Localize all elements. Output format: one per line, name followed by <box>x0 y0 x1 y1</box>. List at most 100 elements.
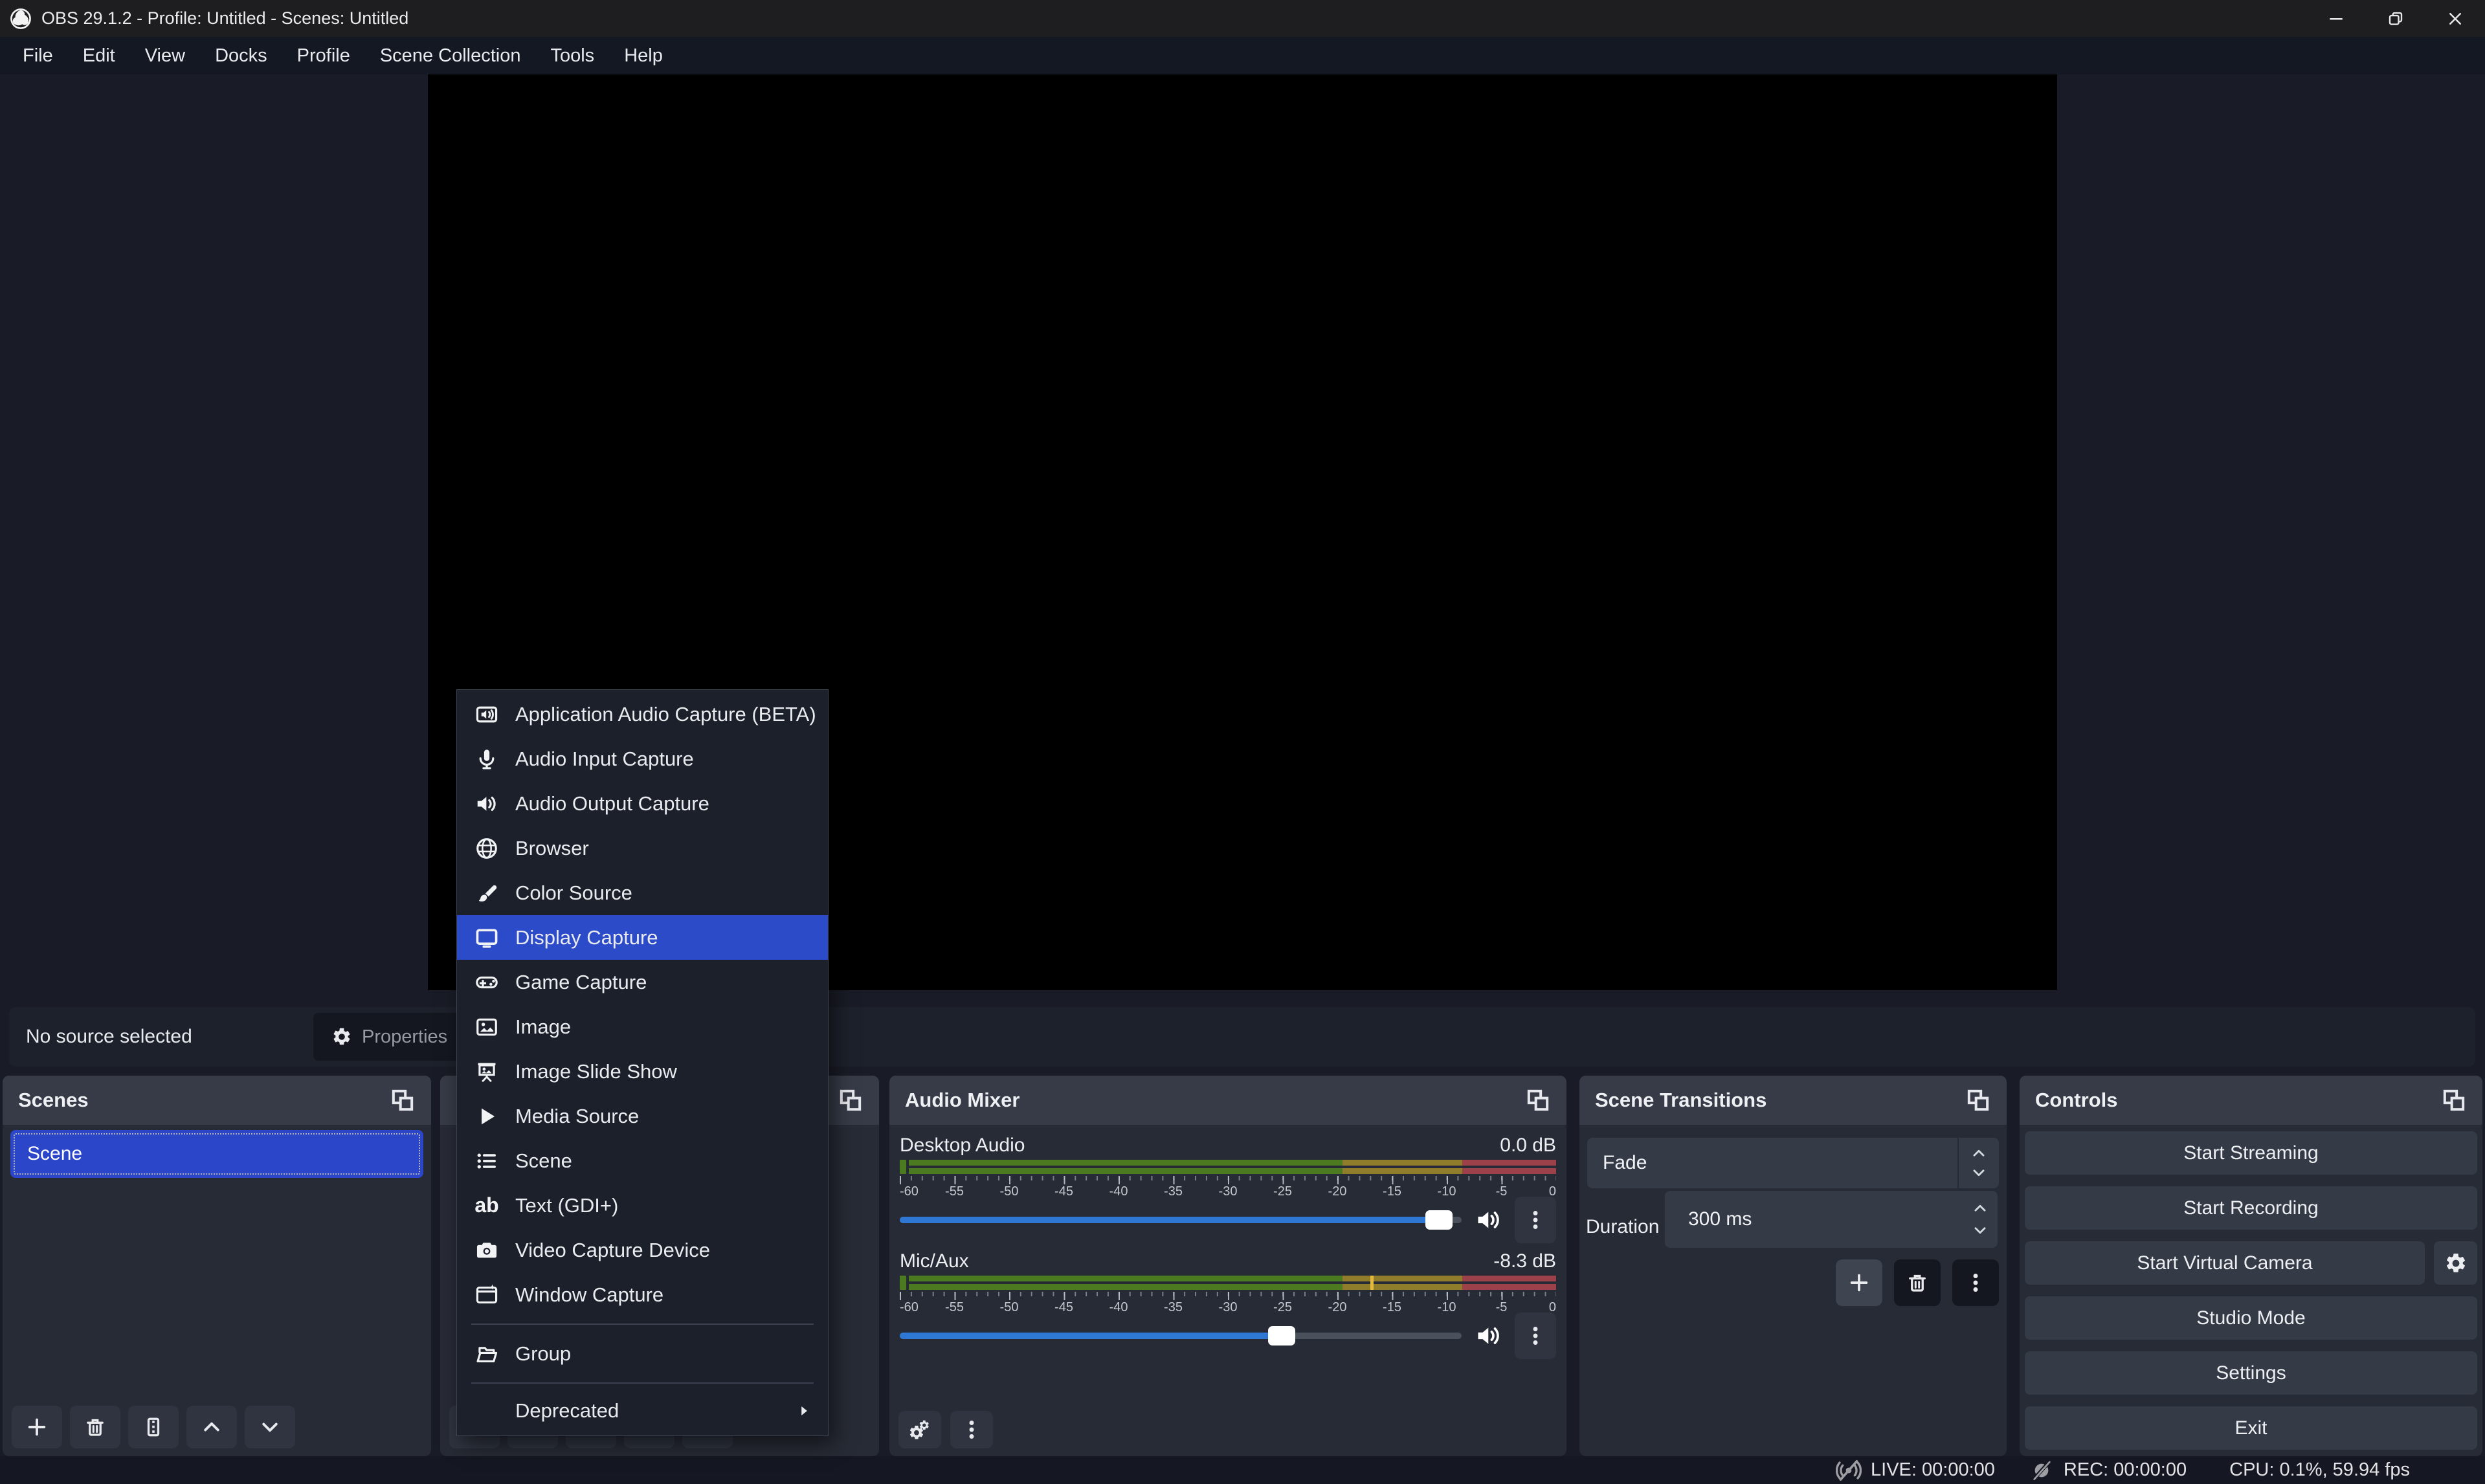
studio-mode-button[interactable]: Studio Mode <box>2025 1296 2477 1340</box>
volume-slider-handle[interactable] <box>1425 1210 1453 1230</box>
channel-name: Mic/Aux <box>900 1250 969 1272</box>
context-item-label: Scene <box>515 1149 572 1173</box>
db-tick-label: -30 <box>1219 1300 1238 1315</box>
controls-header: Controls <box>2020 1076 2482 1125</box>
context-item-label: Text (GDI+) <box>515 1194 618 1217</box>
filter-icon <box>142 1415 165 1439</box>
browser-icon <box>473 836 501 861</box>
close-button[interactable] <box>2425 0 2485 37</box>
speaker-icon[interactable] <box>1475 1206 1503 1234</box>
context-item-media-source[interactable]: Media Source <box>457 1094 828 1138</box>
context-item-label: Image <box>515 1015 571 1039</box>
db-tick-label: -40 <box>1109 1300 1128 1315</box>
plus-button[interactable] <box>1836 1259 1882 1306</box>
context-item-scene[interactable]: Scene <box>457 1138 828 1183</box>
context-item-image[interactable]: Image <box>457 1004 828 1049</box>
context-item-display-capture[interactable]: Display Capture <box>457 915 828 960</box>
menu-edit[interactable]: Edit <box>68 37 130 74</box>
scenes-panel-header: Scenes <box>3 1076 431 1125</box>
menu-profile[interactable]: Profile <box>282 37 365 74</box>
db-tick-label: -45 <box>1054 1184 1073 1199</box>
context-item-window-capture[interactable]: Window Capture <box>457 1272 828 1317</box>
context-item-video-capture-device[interactable]: Video Capture Device <box>457 1228 828 1272</box>
window-buttons <box>2306 0 2485 37</box>
chevron-down-button[interactable] <box>245 1406 295 1448</box>
volume-slider-handle[interactable] <box>1268 1326 1295 1346</box>
volume-slider[interactable] <box>900 1333 1462 1339</box>
menu-help[interactable]: Help <box>609 37 678 74</box>
transition-select-arrows[interactable] <box>1957 1138 1999 1188</box>
channel-options-button[interactable] <box>1515 1197 1556 1243</box>
popout-icon[interactable] <box>838 1087 864 1113</box>
scene-transitions-title: Scene Transitions <box>1595 1089 1766 1112</box>
obs-main-window: OBS 29.1.2 - Profile: Untitled - Scenes:… <box>0 0 2485 1484</box>
restore-button[interactable] <box>2366 0 2425 37</box>
audio-output-icon <box>473 792 501 816</box>
live-time: LIVE: 00:00:00 <box>1871 1459 1995 1481</box>
trash-icon <box>1906 1271 1929 1294</box>
context-item-label: Application Audio Capture (BETA) <box>515 703 816 726</box>
minimize-icon <box>2326 9 2346 28</box>
context-item-text-gdi[interactable]: abText (GDI+) <box>457 1183 828 1228</box>
popout-icon[interactable] <box>2441 1087 2467 1113</box>
context-item-group[interactable]: Group <box>457 1331 828 1376</box>
context-item-color-source[interactable]: Color Source <box>457 870 828 915</box>
scenes-toolbar <box>12 1406 295 1448</box>
chevron-up-button[interactable] <box>186 1406 237 1448</box>
menu-view[interactable]: View <box>130 37 200 74</box>
cpu-fps-stats: CPU: 0.1%, 59.94 fps <box>2229 1459 2410 1481</box>
context-item-audio-input-capture[interactable]: Audio Input Capture <box>457 736 828 781</box>
filter-button[interactable] <box>128 1406 179 1448</box>
properties-button[interactable]: Properties <box>313 1013 465 1061</box>
trash-button[interactable] <box>1894 1259 1941 1306</box>
scene-list-item[interactable]: Scene <box>10 1130 423 1178</box>
dots-button[interactable] <box>1952 1259 1999 1306</box>
volume-slider[interactable] <box>900 1217 1462 1223</box>
menu-docks[interactable]: Docks <box>200 37 282 74</box>
trash-button[interactable] <box>70 1406 120 1448</box>
gears-button[interactable] <box>898 1411 941 1448</box>
duration-spin-arrows[interactable] <box>1972 1191 1989 1248</box>
settings-button[interactable]: Settings <box>2025 1351 2477 1395</box>
plus-icon <box>1847 1271 1871 1294</box>
context-item-browser[interactable]: Browser <box>457 826 828 870</box>
channel-name: Desktop Audio <box>900 1135 1025 1157</box>
context-item-game-capture[interactable]: Game Capture <box>457 960 828 1004</box>
menu-scene-collection[interactable]: Scene Collection <box>365 37 536 74</box>
context-item-image-slide-show[interactable]: Image Slide Show <box>457 1049 828 1094</box>
speaker-icon[interactable] <box>1475 1322 1503 1350</box>
popout-icon[interactable] <box>390 1087 416 1113</box>
color-source-icon <box>473 881 501 905</box>
context-item-deprecated[interactable]: Deprecated <box>457 1390 828 1432</box>
game-capture-icon <box>473 970 501 995</box>
db-tick-label: -50 <box>1000 1300 1019 1315</box>
db-tick-label: -5 <box>1496 1300 1508 1315</box>
context-item-application-audio-capture-beta[interactable]: Application Audio Capture (BETA) <box>457 692 828 736</box>
popout-icon[interactable] <box>1965 1087 1991 1113</box>
db-scale: -60-55-50-45-40-35-30-25-20-15-10-50 <box>900 1292 1556 1315</box>
dots-button[interactable] <box>950 1411 993 1448</box>
audio-mixer-header: Audio Mixer <box>889 1076 1566 1125</box>
virtual-camera-settings-button[interactable] <box>2434 1241 2477 1285</box>
context-item-label: Color Source <box>515 881 632 905</box>
db-tick-label: -35 <box>1164 1300 1183 1315</box>
transition-select[interactable]: Fade <box>1587 1138 1999 1188</box>
minimize-button[interactable] <box>2306 0 2366 37</box>
record-slash-icon <box>2029 1457 2055 1483</box>
dots-icon <box>1524 1208 1547 1232</box>
context-item-audio-output-capture[interactable]: Audio Output Capture <box>457 781 828 826</box>
db-tick-label: -15 <box>1383 1184 1401 1199</box>
menu-tools[interactable]: Tools <box>535 37 609 74</box>
exit-button[interactable]: Exit <box>2025 1406 2477 1450</box>
popout-icon[interactable] <box>1525 1087 1551 1113</box>
start-streaming-button[interactable]: Start Streaming <box>2025 1131 2477 1175</box>
db-tick-label: -25 <box>1273 1184 1292 1199</box>
start-recording-button[interactable]: Start Recording <box>2025 1186 2477 1230</box>
duration-spinbox[interactable]: 300 ms <box>1665 1191 1998 1248</box>
channel-options-button[interactable] <box>1515 1312 1556 1359</box>
start-virtual-camera-button[interactable]: Start Virtual Camera <box>2025 1241 2425 1285</box>
volume-meter <box>900 1276 1556 1290</box>
db-tick-label: -25 <box>1273 1300 1292 1315</box>
plus-button[interactable] <box>12 1406 62 1448</box>
menu-file[interactable]: File <box>8 37 68 74</box>
